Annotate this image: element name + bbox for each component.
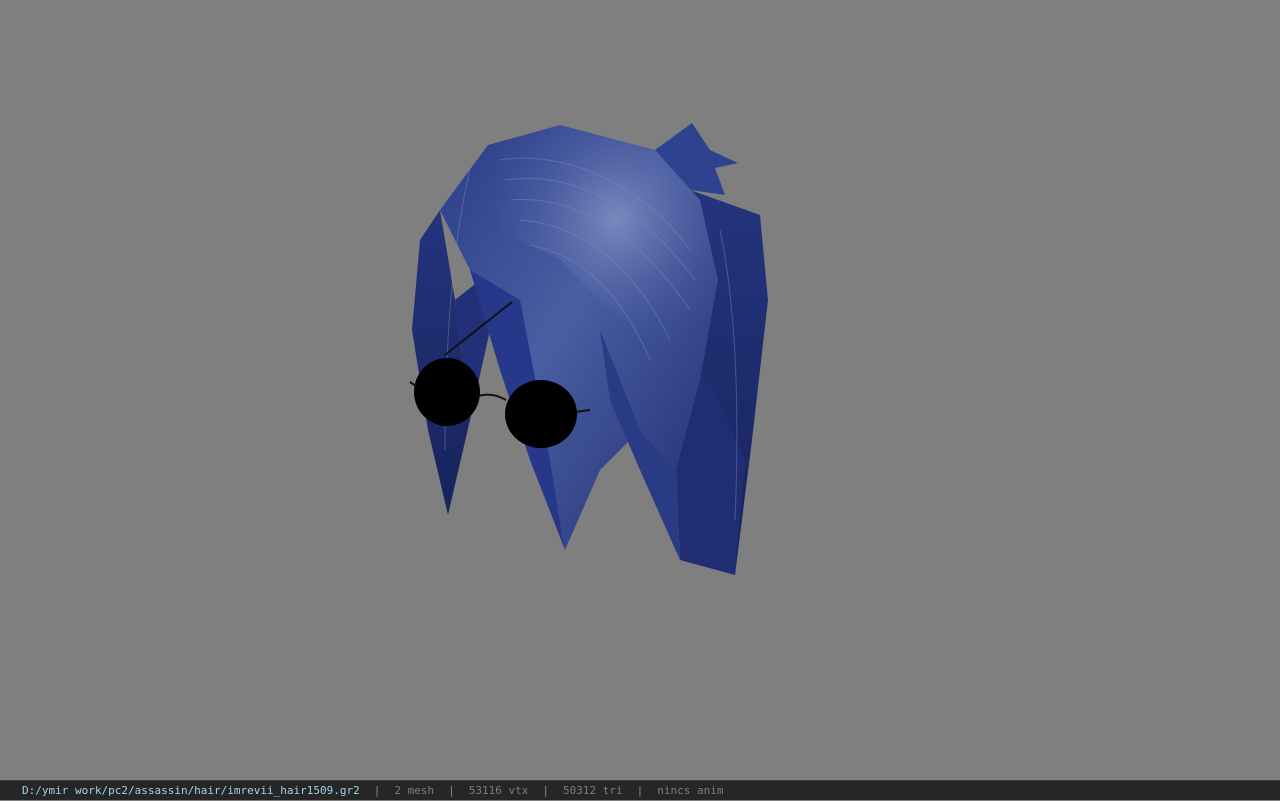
mesh-count-label: 2 mesh: [394, 783, 435, 797]
status-separator: |: [636, 783, 644, 797]
model-render[interactable]: [0, 0, 1280, 780]
file-path-label: D:/ymir work/pc2/assassin/hair/imrevii_h…: [22, 783, 360, 797]
3d-viewport[interactable]: [0, 0, 1280, 780]
triangle-count-label: 50312 tri: [563, 783, 623, 797]
anim-status-label: nincs anim: [657, 783, 724, 797]
vertex-count-label: 53116 vtx: [468, 783, 529, 797]
hair-mesh-icon: [412, 123, 768, 575]
status-separator: |: [448, 783, 455, 797]
status-separator: |: [542, 783, 549, 797]
status-bar: D:/ymir work/pc2/assassin/hair/imrevii_h…: [0, 780, 1280, 800]
status-separator: |: [373, 783, 381, 797]
